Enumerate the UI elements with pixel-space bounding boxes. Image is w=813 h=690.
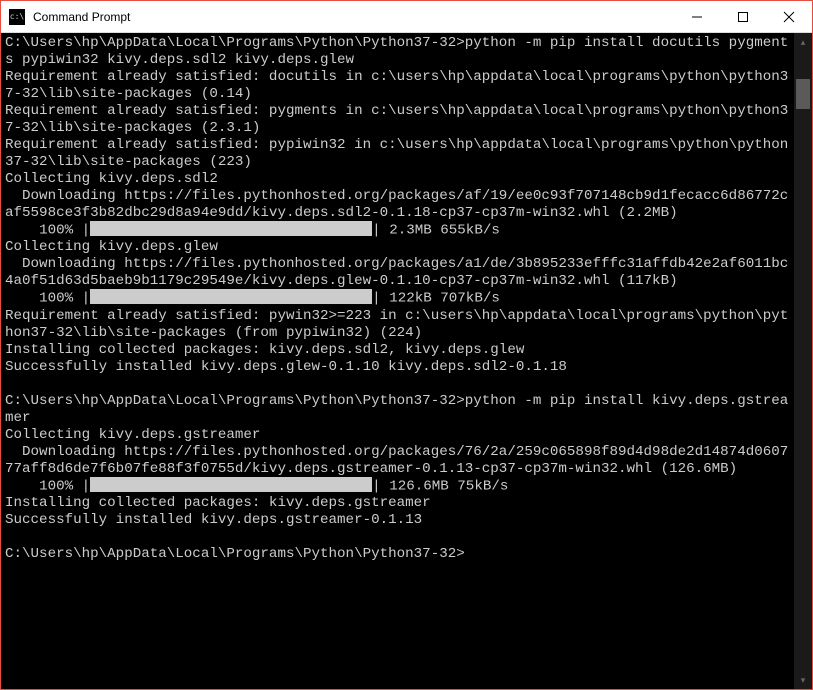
terminal-line: 100% || 2.3MB 655kB/s [5, 222, 790, 239]
titlebar[interactable]: c:\ Command Prompt [1, 1, 812, 33]
terminal-line: Downloading https://files.pythonhosted.o… [5, 256, 790, 290]
terminal-line: Installing collected packages: kivy.deps… [5, 342, 790, 359]
terminal-line: Successfully installed kivy.deps.glew-0.… [5, 359, 790, 376]
maximize-button[interactable] [720, 1, 766, 32]
terminal-output[interactable]: C:\Users\hp\AppData\Local\Programs\Pytho… [1, 33, 794, 689]
scrollbar[interactable]: ▴ ▾ [794, 33, 812, 689]
scroll-down-icon[interactable]: ▾ [794, 671, 812, 689]
terminal-area: C:\Users\hp\AppData\Local\Programs\Pytho… [1, 33, 812, 689]
cmd-icon: c:\ [9, 9, 25, 25]
progress-bar [90, 477, 372, 492]
terminal-line: Successfully installed kivy.deps.gstream… [5, 512, 790, 529]
terminal-line: Downloading https://files.pythonhosted.o… [5, 188, 790, 222]
scroll-thumb[interactable] [796, 79, 810, 109]
progress-bar [90, 221, 372, 236]
terminal-line: Collecting kivy.deps.glew [5, 239, 790, 256]
close-button[interactable] [766, 1, 812, 32]
terminal-line: Collecting kivy.deps.sdl2 [5, 171, 790, 188]
terminal-line: Installing collected packages: kivy.deps… [5, 495, 790, 512]
terminal-line [5, 529, 790, 546]
terminal-line: Collecting kivy.deps.gstreamer [5, 427, 790, 444]
progress-bar [90, 289, 372, 304]
scroll-up-icon[interactable]: ▴ [794, 33, 812, 51]
terminal-line [5, 376, 790, 393]
terminal-line: Requirement already satisfied: pypiwin32… [5, 137, 790, 171]
terminal-line: Requirement already satisfied: docutils … [5, 69, 790, 103]
command-prompt-window: c:\ Command Prompt C:\Users\hp\AppData\L… [0, 0, 813, 690]
terminal-line: C:\Users\hp\AppData\Local\Programs\Pytho… [5, 546, 790, 563]
terminal-line: Downloading https://files.pythonhosted.o… [5, 444, 790, 478]
terminal-line: C:\Users\hp\AppData\Local\Programs\Pytho… [5, 35, 790, 69]
window-controls [674, 1, 812, 32]
terminal-line: 100% || 122kB 707kB/s [5, 290, 790, 307]
window-title: Command Prompt [33, 10, 674, 24]
terminal-line: Requirement already satisfied: pywin32>=… [5, 308, 790, 342]
terminal-line: 100% || 126.6MB 75kB/s [5, 478, 790, 495]
terminal-line: Requirement already satisfied: pygments … [5, 103, 790, 137]
terminal-line: C:\Users\hp\AppData\Local\Programs\Pytho… [5, 393, 790, 427]
minimize-button[interactable] [674, 1, 720, 32]
